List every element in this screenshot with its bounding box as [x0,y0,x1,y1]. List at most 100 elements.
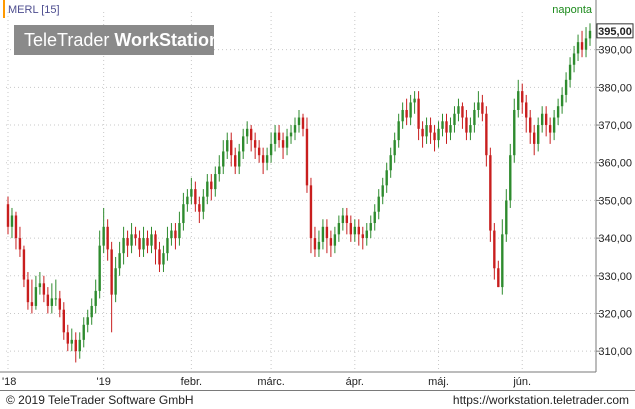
candle-body [194,189,197,205]
candle-body [341,215,345,224]
candle-body [457,106,460,114]
candle-body [357,226,360,235]
candle-body [230,140,233,156]
candle-body [10,215,14,227]
candle-body [521,91,524,103]
candle-body [158,249,161,265]
candle-body [198,204,201,212]
candle-body [465,117,468,133]
candle-body [86,317,89,325]
candle-body [317,241,321,250]
candle-body [473,109,476,126]
y-tick-label: 370,00 [598,120,632,132]
candle-body [321,226,325,242]
y-tick-label: 350,00 [598,195,632,207]
candle-body [174,230,177,239]
candle-body [433,132,436,141]
candle-body [533,132,536,144]
candle-body [481,102,484,114]
candle-body [66,332,69,344]
candle-body [517,91,520,110]
candle-body [337,223,341,235]
candle-body [305,128,309,186]
candle-body [477,102,480,110]
y-tick-label: 360,00 [598,158,632,170]
candle-body [46,294,50,306]
x-tick-label: jún. [512,376,531,388]
candle-body [26,279,30,303]
candle-body [441,121,444,129]
candle-body [389,155,392,171]
candle-body [18,238,22,250]
candle-body [182,204,185,224]
candle-body [309,185,313,239]
candle-body [421,128,424,137]
x-tick-label: márc. [257,376,285,388]
candle-body [385,170,388,186]
candle-body [6,204,10,227]
candle-body [98,245,101,291]
candle-body [70,339,73,344]
y-tick-label: 330,00 [598,271,632,283]
candle-body [489,155,492,231]
candle-body [241,136,245,152]
candle-body [556,106,560,118]
candle-body [190,189,193,197]
candle-body [245,128,249,137]
candle-body [210,181,213,190]
candle-body [62,309,65,333]
candle-body [114,268,117,295]
price-chart[interactable]: MERL [15] naponta 310,00 320,00 330,00 340,… [0,0,635,390]
candle-body [226,140,229,152]
x-tick-label: ápr. [346,376,364,388]
candle-body [540,113,544,126]
candle-body [437,128,440,141]
candle [489,147,492,242]
candle-body [568,64,572,80]
candle-body [345,215,349,224]
candle-body [501,234,504,288]
copyright-text: © 2019 TeleTrader Software GmbH [6,393,194,407]
candle-body [214,174,217,190]
x-tick-label: '19 [96,376,110,388]
candle-body [497,268,500,288]
candle-body [301,117,305,129]
candle-body [22,249,26,280]
candle-body [170,230,173,239]
candle-body [297,117,301,126]
candle-body [293,125,297,133]
candle-body [544,113,548,126]
candle-body [529,117,532,133]
candle-body [34,287,38,306]
candle-body [142,238,145,250]
candle-body [397,121,400,141]
candle-body [361,234,364,239]
candle-body [313,238,317,250]
candle-body [325,226,329,239]
candle-body [206,181,209,197]
candle-body [576,42,580,54]
symbol-label: MERL [15] [8,4,60,16]
website-link[interactable]: https://workstation.teletrader.com [453,393,629,407]
candle-body [90,305,93,318]
x-tick-label: máj. [428,376,449,388]
candle-body [122,238,125,254]
candle-body [425,125,428,137]
candle-body [222,151,225,167]
candle-body [513,109,516,156]
y-axis-ticks: 310,00 320,00 330,00 340,00 350,00 360,00 370,… [596,45,632,358]
candle-body [461,106,464,118]
candle-body [94,290,97,306]
candle-body [126,238,129,246]
y-tick-label: 380,00 [598,82,632,94]
candle-body [453,113,456,126]
candle-body [54,298,58,300]
candle-body [202,196,205,212]
candle-body [329,238,333,246]
candle-body [469,125,472,133]
candle-body [265,155,269,163]
period-label[interactable]: naponta [552,4,593,16]
candle-body [238,151,241,167]
y-tick-label: 340,00 [598,233,632,245]
candle-body [413,98,416,103]
